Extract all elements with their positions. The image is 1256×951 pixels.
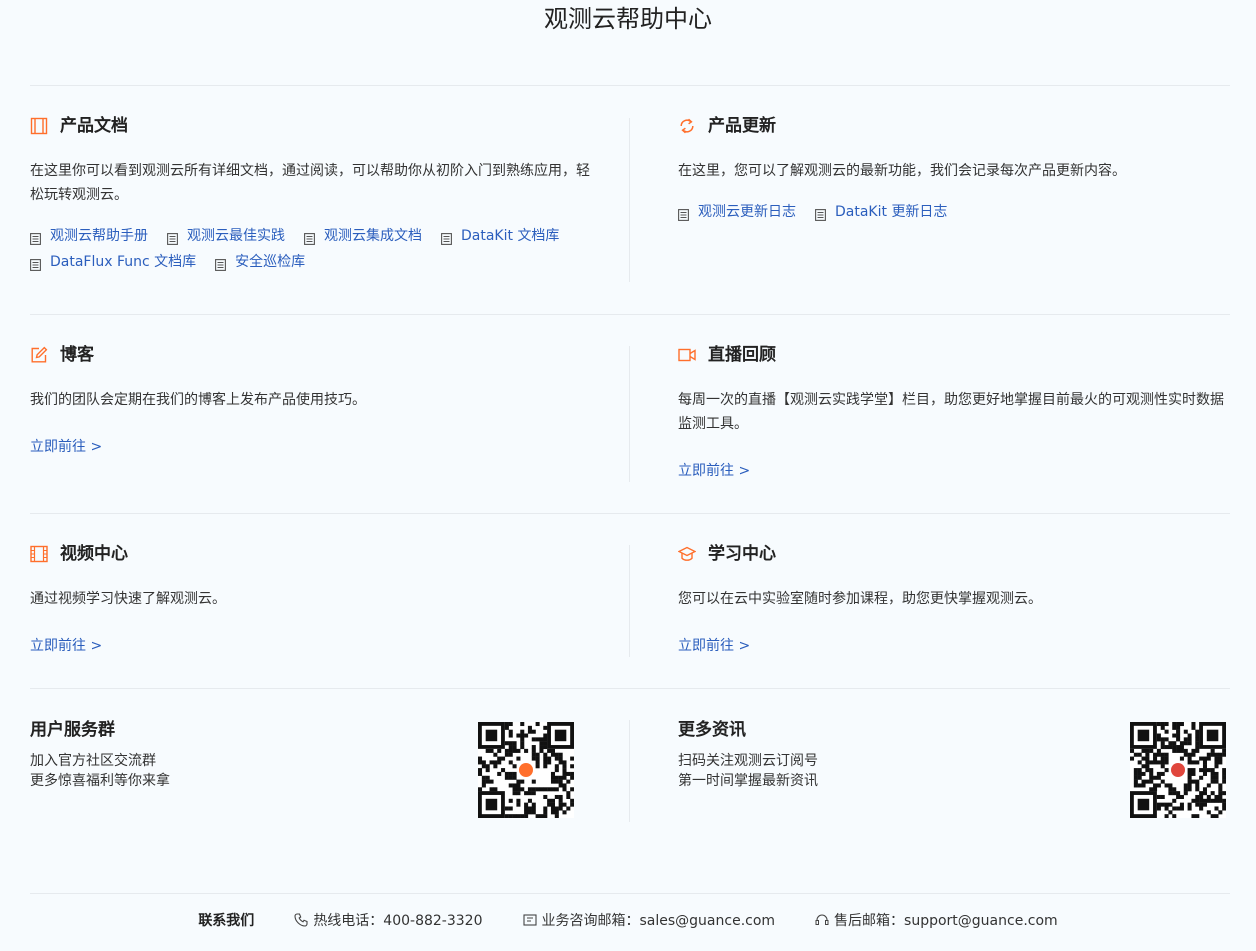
book-icon	[30, 117, 48, 135]
learn-goto-link[interactable]: 立即前往 >	[678, 636, 750, 656]
section-description: 每周一次的直播【观测云实践学堂】栏目，助您更好地掌握目前最火的可观测性实时数据监…	[678, 392, 1224, 432]
headset-icon	[815, 914, 829, 925]
video-camera-icon	[678, 346, 696, 364]
doc-link-dataflux-func[interactable]: DataFlux Func 文档库	[30, 252, 196, 273]
support-email[interactable]: 售后邮箱：support@guance.com	[815, 910, 1058, 930]
edit-icon	[30, 346, 48, 364]
document-icon	[30, 231, 41, 245]
live-goto-link[interactable]: 立即前往 >	[678, 461, 750, 481]
divider	[30, 85, 1230, 86]
community-description: 加入官方社区交流群 更多惊喜福利等你来拿	[30, 751, 430, 791]
doc-links: 观测云更新日志 DataKit 更新日志	[678, 202, 1238, 223]
document-icon	[678, 207, 689, 221]
section-product-updates: 产品更新 在这里，您可以了解观测云的最新功能，我们会记录每次产品更新内容。 观测…	[678, 116, 1230, 223]
document-icon	[441, 231, 452, 245]
document-icon	[167, 231, 178, 245]
document-icon	[215, 257, 227, 271]
section-title: 博客	[60, 345, 94, 365]
mail-icon	[522, 914, 537, 926]
doc-link-changelog[interactable]: 观测云更新日志	[678, 202, 796, 223]
section-blog: 博客 我们的团队会定期在我们的博客上发布产品使用技巧。 立即前往 >	[30, 345, 590, 457]
community-title: 用户服务群	[30, 720, 115, 740]
news-subscribe: 更多资讯 扫码关注观测云订阅号 第一时间掌握最新资讯	[678, 720, 1078, 791]
doc-link-label: 观测云最佳实践	[187, 228, 285, 244]
community-line: 加入官方社区交流群	[30, 753, 156, 769]
news-title: 更多资讯	[678, 720, 746, 740]
doc-link-integrations[interactable]: 观测云集成文档	[304, 226, 422, 247]
doc-link-help-manual[interactable]: 观测云帮助手册	[30, 226, 148, 247]
section-learning-center: 学习中心 您可以在云中实验室随时参加课程，助您更快掌握观测云。 立即前往 >	[677, 544, 1230, 656]
column-divider	[629, 720, 630, 822]
column-divider	[629, 118, 630, 282]
doc-link-label: 安全巡检库	[235, 254, 306, 270]
doc-link-label: DataKit 更新日志	[835, 204, 948, 220]
section-description: 在这里，您可以了解观测云的最新功能，我们会记录每次产品更新内容。	[678, 163, 1126, 179]
hotline-text: 热线电话：400-882-3320	[313, 913, 483, 929]
footer-contact: 联系我们 热线电话：400-882-3320 业务咨询邮箱：sales@guan…	[0, 910, 1256, 930]
section-title: 视频中心	[60, 544, 128, 564]
column-divider	[629, 545, 630, 657]
section-description: 通过视频学习快速了解观测云。	[30, 591, 226, 607]
community-qr-code	[478, 722, 575, 819]
phone-icon	[294, 913, 308, 927]
video-goto-link[interactable]: 立即前往 >	[30, 636, 102, 656]
section-live-replay: 直播回顾 每周一次的直播【观测云实践学堂】栏目，助您更好地掌握目前最火的可观测性…	[678, 345, 1230, 481]
news-qr-code	[1130, 722, 1227, 819]
section-video-center: 视频中心 通过视频学习快速了解观测云。 立即前往 >	[30, 544, 590, 656]
document-icon	[815, 207, 826, 221]
blog-goto-link[interactable]: 立即前往 >	[30, 437, 102, 457]
section-description: 在这里你可以看到观测云所有详细文档，通过阅读，可以帮助你从初阶入门到熟练应用，轻…	[30, 163, 590, 203]
film-icon	[30, 545, 48, 563]
section-description: 您可以在云中实验室随时参加课程，助您更快掌握观测云。	[678, 591, 1042, 607]
support-email-text: 售后邮箱：support@guance.com	[834, 913, 1058, 929]
section-title: 产品更新	[708, 116, 776, 136]
doc-link-label: DataFlux Func 文档库	[50, 254, 197, 270]
doc-link-label: 观测云集成文档	[324, 228, 422, 244]
section-title: 学习中心	[708, 544, 776, 564]
news-description: 扫码关注观测云订阅号 第一时间掌握最新资讯	[678, 751, 1078, 791]
section-product-docs: 产品文档 在这里你可以看到观测云所有详细文档，通过阅读，可以帮助你从初阶入门到熟…	[30, 116, 590, 273]
divider	[30, 688, 1230, 689]
news-line: 扫码关注观测云订阅号	[678, 753, 818, 769]
doc-link-datakit[interactable]: DataKit 文档库	[441, 226, 559, 247]
column-divider	[629, 346, 630, 482]
divider	[30, 513, 1230, 514]
community-group: 用户服务群 加入官方社区交流群 更多惊喜福利等你来拿	[30, 720, 430, 791]
doc-link-label: 观测云更新日志	[698, 204, 796, 220]
doc-links: 观测云帮助手册 观测云最佳实践 观测云集成文档 DataKit 文档库 Data…	[30, 226, 590, 273]
doc-link-datakit-changelog[interactable]: DataKit 更新日志	[815, 202, 947, 223]
contact-label: 联系我们	[198, 913, 255, 929]
hotline[interactable]: 热线电话：400-882-3320	[294, 910, 483, 930]
sales-email[interactable]: 业务咨询邮箱：sales@guance.com	[522, 910, 776, 930]
divider	[30, 314, 1230, 315]
refresh-icon	[678, 117, 696, 135]
sales-email-text: 业务咨询邮箱：sales@guance.com	[541, 913, 776, 929]
divider	[30, 893, 1230, 894]
news-line: 第一时间掌握最新资讯	[678, 773, 818, 789]
page-title: 观测云帮助中心	[544, 5, 712, 33]
doc-link-best-practice[interactable]: 观测云最佳实践	[167, 226, 285, 247]
section-title: 产品文档	[60, 116, 128, 136]
graduation-cap-icon	[677, 545, 697, 563]
doc-link-label: 观测云帮助手册	[50, 228, 148, 244]
section-description: 我们的团队会定期在我们的博客上发布产品使用技巧。	[30, 392, 366, 408]
document-icon	[30, 257, 41, 271]
doc-link-security-checks[interactable]: 安全巡检库	[215, 252, 305, 273]
section-title: 直播回顾	[708, 345, 776, 365]
doc-link-label: DataKit 文档库	[461, 228, 560, 244]
document-icon	[304, 231, 315, 245]
community-line: 更多惊喜福利等你来拿	[30, 773, 170, 789]
